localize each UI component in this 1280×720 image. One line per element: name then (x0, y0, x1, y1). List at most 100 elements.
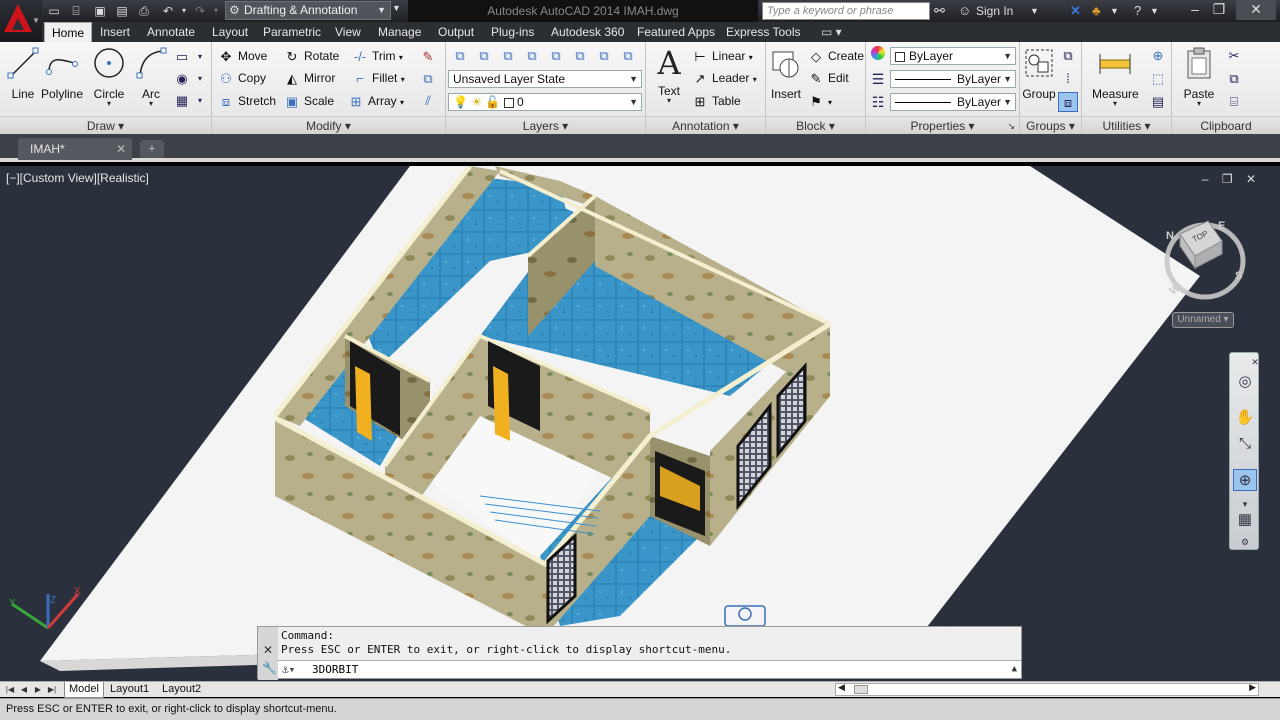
table-button[interactable]: ⊞ Table (692, 91, 741, 111)
command-prompt-icon[interactable]: ⚓▾ (282, 661, 295, 678)
pan-icon[interactable]: ✋ (1233, 407, 1257, 429)
plot-icon[interactable]: ⎙ (136, 3, 152, 19)
boundary-icon[interactable]: ▦ (172, 91, 192, 111)
tab-home[interactable]: Home (44, 22, 93, 42)
scroll-left-icon[interactable]: ◀ (838, 682, 845, 693)
scroll-right-icon[interactable]: ▶ (1249, 682, 1256, 693)
groups-panel-title[interactable]: Groups ▾ (1020, 116, 1081, 134)
viewport-minimize-icon[interactable]: – (1202, 172, 1209, 186)
arc-button[interactable]: Arc ▾ (128, 46, 174, 108)
group-select-toggle-icon[interactable]: ⧈ (1058, 92, 1078, 112)
erase-icon[interactable]: ✎ (418, 47, 438, 67)
layer-state-select[interactable]: Unsaved Layer State ▼ (448, 70, 642, 88)
qat-customize-icon[interactable]: ▼ (392, 3, 401, 13)
close-tab-icon[interactable]: ✕ (116, 138, 126, 160)
arc-dropdown-icon[interactable]: ▾ (128, 100, 174, 108)
tab-model[interactable]: Model (64, 682, 104, 698)
viewcube-south[interactable]: S (1235, 270, 1242, 282)
viewcube-north[interactable]: N (1166, 230, 1174, 242)
redo-icon[interactable]: ↷ (192, 3, 208, 19)
ungroup-icon[interactable]: ⧉ (1058, 46, 1078, 66)
search-input[interactable]: Type a keyword or phrase (762, 2, 930, 20)
leader-button[interactable]: ↗ Leader ▾ (692, 68, 757, 88)
tab-insert[interactable]: Insert (93, 22, 137, 42)
paste-button[interactable]: Paste ▾ (1176, 46, 1222, 108)
file-tab-imah[interactable]: IMAH* ✕ (18, 138, 132, 160)
tab-featured-apps[interactable]: Featured Apps (630, 22, 722, 42)
sign-in-button[interactable]: Sign In (976, 3, 1013, 19)
stretch-button[interactable]: ⧈ Stretch (218, 91, 276, 111)
navbar-customize-icon[interactable]: ⚙ (1233, 531, 1257, 553)
tab-express-tools[interactable]: Express Tools (719, 22, 807, 42)
open-icon[interactable]: ⌸ (68, 3, 84, 19)
group-button[interactable]: Group (1020, 46, 1058, 101)
hatch-dropdown-icon[interactable]: ▾ (190, 69, 210, 89)
viewport-restore-icon[interactable]: ❐ (1222, 172, 1233, 186)
tab-layout1[interactable]: Layout1 (106, 682, 153, 698)
edit-block-button[interactable]: ✎ Edit (808, 68, 849, 88)
hatch-icon[interactable]: ◉ (172, 69, 192, 89)
viewport-close-icon[interactable]: ✕ (1246, 172, 1256, 186)
quick-select-icon[interactable]: ⊕ (1148, 46, 1168, 66)
match-properties-icon[interactable] (868, 46, 888, 66)
copy-button[interactable]: ⚇ Copy (218, 68, 266, 88)
layer-walk-icon[interactable]: ⧉ (618, 46, 638, 66)
layer-lock-icon[interactable]: ⧉ (546, 46, 566, 66)
fillet-button[interactable]: ⌐ Fillet ▾ (352, 68, 405, 88)
stay-connected-icon[interactable]: ♣ (1092, 3, 1101, 19)
calculator-icon[interactable]: ▤ (1148, 92, 1168, 112)
undo-icon[interactable]: ↶ (160, 3, 176, 19)
boundary-dropdown-icon[interactable]: ▾ (190, 91, 210, 111)
orbit-icon[interactable]: ⊕ (1233, 469, 1257, 491)
scrollbar-thumb[interactable] (854, 685, 868, 694)
lineweight-select[interactable]: ByLayer ▼ (890, 70, 1016, 88)
drawing-viewport[interactable]: Y Z X [−][Custom View][Realistic] – ❐ ✕ … (0, 166, 1280, 681)
help-dropdown-icon[interactable]: ▼ (1150, 3, 1159, 19)
properties-panel-title[interactable]: Properties ▾ ↘ (866, 116, 1019, 134)
tab-output[interactable]: Output (431, 22, 481, 42)
group-edit-icon[interactable]: ⁞ (1058, 69, 1078, 89)
copy-clip-icon[interactable]: ⧉ (1224, 69, 1244, 89)
utilities-panel-title[interactable]: Utilities ▾ (1082, 116, 1171, 134)
connected-dropdown-icon[interactable]: ▼ (1110, 3, 1119, 19)
undo-dropdown-icon[interactable]: ▾ (176, 3, 192, 19)
circle-button[interactable]: Circle ▾ (86, 46, 132, 108)
tab-annotate[interactable]: Annotate (140, 22, 202, 42)
clipboard-panel-title[interactable]: Clipboard (1172, 116, 1280, 134)
zoom-extents-icon[interactable]: ⤡ (1233, 433, 1257, 455)
customize-wrench-icon[interactable]: 🔧 (262, 661, 277, 675)
layer-properties-icon[interactable]: ⧉ (450, 46, 470, 66)
explode-icon[interactable]: ⧉ (418, 69, 438, 89)
binoculars-icon[interactable]: ⚯ (934, 3, 945, 19)
tab-layout2[interactable]: Layout2 (158, 682, 205, 698)
array-button[interactable]: ⊞ Array ▾ (348, 91, 404, 111)
maximize-button[interactable]: ❐ (1204, 0, 1234, 20)
rectangle-icon[interactable]: ▭ (172, 47, 192, 67)
new-tab-button[interactable]: + (140, 140, 164, 158)
layer-freeze-icon[interactable]: ⧉ (522, 46, 542, 66)
exchange-icon[interactable]: ✕ (1070, 3, 1081, 19)
last-layout-icon[interactable]: ▶| (46, 683, 58, 696)
scale-button[interactable]: ▣ Scale (284, 91, 334, 111)
prev-layout-icon[interactable]: ◀ (18, 683, 30, 696)
close-button[interactable]: ✕ (1236, 0, 1276, 20)
match-clip-icon[interactable]: ⌸ (1224, 92, 1244, 112)
measure-button[interactable]: Measure ▾ (1092, 46, 1139, 108)
linetype-select[interactable]: ByLayer ▼ (890, 93, 1016, 111)
navbar-close-icon[interactable]: ✕ (1250, 351, 1260, 373)
move-button[interactable]: ✥ Move (218, 46, 268, 66)
annotation-panel-title[interactable]: Annotation ▾ (646, 116, 765, 134)
application-menu-button[interactable]: ▼ (0, 0, 42, 42)
steeringwheel-icon[interactable]: ◎ (1233, 371, 1257, 393)
close-command-line-icon[interactable]: ✕ (263, 643, 273, 657)
modify-panel-title[interactable]: Modify ▾ (212, 116, 445, 134)
rectangle-dropdown-icon[interactable]: ▾ (190, 47, 210, 67)
layer-isolate-icon[interactable]: ⧉ (498, 46, 518, 66)
save-as-icon[interactable]: ▤ (114, 3, 130, 19)
first-layout-icon[interactable]: |◀ (4, 683, 16, 696)
layer-previous-icon[interactable]: ⧉ (594, 46, 614, 66)
help-icon[interactable]: ? (1134, 3, 1141, 19)
tab-plug-ins[interactable]: Plug-ins (484, 22, 541, 42)
command-line-grip[interactable]: ✕ 🔧 (258, 627, 278, 680)
ribbon-minimize-icon[interactable]: ▭ ▾ (814, 22, 849, 42)
